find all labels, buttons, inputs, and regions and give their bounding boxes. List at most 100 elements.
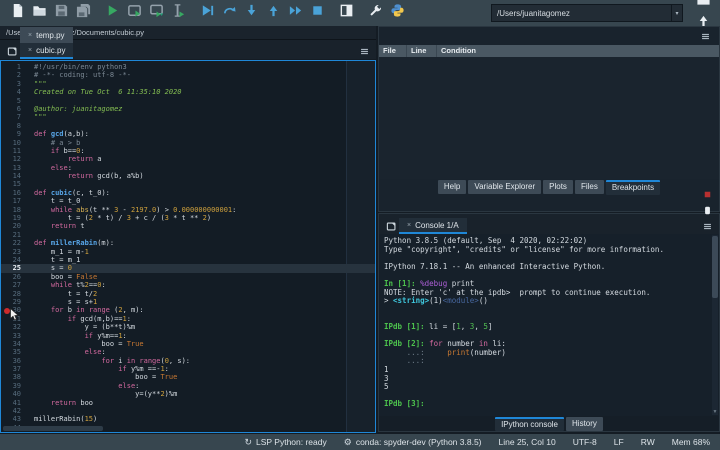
line-number[interactable]: 10 xyxy=(1,139,27,147)
console-tab[interactable]: × Console 1/A xyxy=(399,218,467,234)
line-number[interactable]: 9 xyxy=(1,130,27,138)
code-line: 3 """ xyxy=(1,80,375,88)
maximize-pane-button[interactable] xyxy=(335,2,357,24)
line-number[interactable]: 35 xyxy=(1,348,27,356)
working-directory-combobox[interactable]: /Users/juanitagomez ▾ xyxy=(491,4,683,22)
line-number[interactable]: 40 xyxy=(1,390,27,398)
line-number[interactable]: 17 xyxy=(1,197,27,205)
editor-tab-temp.py[interactable]: × temp.py xyxy=(20,27,74,43)
line-number[interactable]: 27 xyxy=(1,281,27,289)
line-number[interactable]: 14 xyxy=(1,172,27,180)
line-number[interactable]: 39 xyxy=(1,382,27,390)
editor-tab-cubic.py[interactable]: × cubic.py xyxy=(20,43,74,59)
line-number[interactable]: 23 xyxy=(1,248,27,256)
horizontal-scrollbar[interactable] xyxy=(3,426,103,431)
open-file-button[interactable] xyxy=(28,2,50,24)
column-header-condition[interactable]: Condition xyxy=(437,45,719,57)
step-return-button[interactable] xyxy=(262,2,284,24)
line-number[interactable]: 26 xyxy=(1,273,27,281)
browse-working-directory-button[interactable] xyxy=(692,0,714,13)
line-number[interactable]: 2 xyxy=(1,71,27,79)
column-header-line[interactable]: Line xyxy=(407,45,437,57)
debug-file-button[interactable] xyxy=(196,2,218,24)
breakpoints-options-menu-button[interactable] xyxy=(697,28,713,44)
console-south-tab-history[interactable]: History xyxy=(566,417,603,431)
step-into-button[interactable] xyxy=(240,2,262,24)
run-cell-advance-button[interactable] xyxy=(145,2,167,24)
line-number[interactable]: 29 xyxy=(1,298,27,306)
new-file-button[interactable] xyxy=(6,2,28,24)
line-number[interactable]: 18 xyxy=(1,206,27,214)
debug-stop-button[interactable] xyxy=(306,2,328,24)
run-cell-button[interactable] xyxy=(123,2,145,24)
line-number[interactable]: 21 xyxy=(1,231,27,239)
breakpoints-table-body[interactable] xyxy=(379,57,719,179)
line-number[interactable]: 1 xyxy=(1,63,27,71)
run-selection-button[interactable] xyxy=(167,2,189,24)
line-number[interactable]: 3 xyxy=(1,80,27,88)
close-icon[interactable]: × xyxy=(28,32,32,39)
line-number[interactable]: 12 xyxy=(1,155,27,163)
console-options-menu-button[interactable] xyxy=(699,218,715,234)
chevron-down-icon[interactable]: ▾ xyxy=(671,5,682,21)
line-number[interactable]: 36 xyxy=(1,357,27,365)
browse-tabs-button[interactable] xyxy=(4,43,20,59)
plugin-tab-help[interactable]: Help xyxy=(437,180,467,194)
browse-console-tabs-button[interactable] xyxy=(383,218,399,234)
plugin-tab-breakpoints[interactable]: Breakpoints xyxy=(605,180,661,195)
console-south-tab-ipython-console[interactable]: IPython console xyxy=(495,417,565,431)
code-line: 37 if y%m ==-1: xyxy=(1,365,375,373)
scrollbar-down-arrow[interactable]: ▼ xyxy=(712,409,718,415)
line-number[interactable]: 20 xyxy=(1,222,27,230)
line-number[interactable]: 33 xyxy=(1,332,27,340)
new-file-icon xyxy=(10,3,25,23)
scrollbar-thumb[interactable] xyxy=(712,236,718,298)
ipython-console-output[interactable]: Python 3.8.5 (default, Sep 4 2020, 02:22… xyxy=(379,234,719,416)
line-number[interactable]: 34 xyxy=(1,340,27,348)
console-scrollbar[interactable]: ▼ xyxy=(712,235,718,415)
plugin-tab-files[interactable]: Files xyxy=(574,180,604,194)
save-all-button[interactable] xyxy=(72,2,94,24)
debug-continue-button[interactable] xyxy=(284,2,306,24)
line-number[interactable]: 42 xyxy=(1,407,27,415)
line-number[interactable]: 43 xyxy=(1,415,27,423)
column-header-file[interactable]: File xyxy=(379,45,407,57)
line-number[interactable]: 7 xyxy=(1,113,27,121)
code-line: 18 while abs(t ** 3 - 2197.0) > 0.000000… xyxy=(1,206,375,214)
line-number[interactable]: 22 xyxy=(1,239,27,247)
preferences-button[interactable] xyxy=(364,2,386,24)
code-editor[interactable]: 1 #!/usr/bin/env python3 2 # -*- coding: ut… xyxy=(0,60,376,433)
code-text: y=(y**2)%m xyxy=(34,390,178,399)
line-number[interactable]: 16 xyxy=(1,189,27,197)
interrupt-kernel-button[interactable] xyxy=(699,186,715,202)
editor-options-menu-button[interactable] xyxy=(356,43,372,59)
line-number[interactable]: 11 xyxy=(1,147,27,155)
step-over-button[interactable] xyxy=(218,2,240,24)
continue-icon xyxy=(288,3,303,23)
line-number[interactable]: 6 xyxy=(1,105,27,113)
close-icon[interactable]: × xyxy=(407,222,411,229)
line-number[interactable]: 38 xyxy=(1,373,27,381)
plugin-tab-plots[interactable]: Plots xyxy=(543,180,573,194)
line-number[interactable]: 37 xyxy=(1,365,27,373)
code-text: while t%2==0: xyxy=(50,281,106,290)
line-number[interactable]: 25 xyxy=(1,264,27,272)
python-path-button[interactable] xyxy=(386,2,408,24)
line-number[interactable]: 41 xyxy=(1,399,27,407)
run-file-button[interactable] xyxy=(101,2,123,24)
console-environment-button[interactable] xyxy=(699,202,715,218)
save-button[interactable] xyxy=(50,2,72,24)
code-line: 31 if gcd(m,b)==1: xyxy=(1,315,375,323)
line-number[interactable]: 5 xyxy=(1,97,27,105)
line-number[interactable]: 8 xyxy=(1,122,27,130)
encoding-status: UTF-8 xyxy=(573,437,597,447)
plugin-tab-variable-explorer[interactable]: Variable Explorer xyxy=(468,180,542,194)
line-number[interactable]: 13 xyxy=(1,164,27,172)
line-number[interactable]: 24 xyxy=(1,256,27,264)
line-number[interactable]: 28 xyxy=(1,290,27,298)
tab-label: cubic.py xyxy=(36,45,66,55)
line-number[interactable]: 4 xyxy=(1,88,27,96)
line-number[interactable]: 15 xyxy=(1,180,27,188)
line-number[interactable]: 19 xyxy=(1,214,27,222)
close-icon[interactable]: × xyxy=(28,47,32,54)
